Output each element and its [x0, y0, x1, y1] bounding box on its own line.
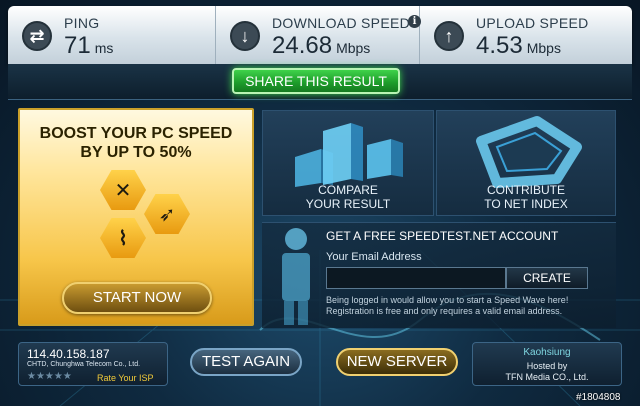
contribute-tile[interactable]: CONTRIBUTE TO NET INDEX	[436, 110, 616, 216]
person-icon	[282, 228, 310, 325]
download-stat: ↓ DOWNLOAD SPEED i 24.68 Mbps	[216, 6, 421, 64]
start-now-button[interactable]: START NOW	[62, 282, 212, 314]
share-result-button[interactable]: SHARE THIS RESULT	[232, 68, 400, 94]
stats-bar: ⇄ PING 71 ms ↓ DOWNLOAD SPEED i 24.68 Mbps…	[8, 6, 632, 64]
rate-isp-link[interactable]: Rate Your ISP	[97, 373, 154, 383]
account-signup-panel: GET A FREE SPEEDTEST.NET ACCOUNT Your Em…	[262, 222, 616, 328]
speedtest-frame: ⇄ PING 71 ms ↓ DOWNLOAD SPEED i 24.68 Mbps…	[0, 0, 640, 406]
ping-label: PING	[64, 15, 100, 31]
promo-title: BOOST YOUR PC SPEED BY UP TO 50%	[39, 125, 233, 161]
upload-stat: ↑ UPLOAD SPEED 4.53 Mbps	[420, 6, 632, 64]
email-input[interactable]	[326, 267, 506, 289]
bottom-bar: 114.40.158.187 CHTD, Chunghwa Telecom Co…	[18, 342, 622, 388]
account-note: Being logged in would allow you to start…	[326, 295, 569, 316]
contribute-caption: CONTRIBUTE TO NET INDEX	[484, 183, 568, 211]
rating-stars-icon[interactable]: ★★★★★	[27, 371, 72, 382]
isp-panel: 114.40.158.187 CHTD, Chunghwa Telecom Co…	[18, 342, 168, 386]
ip-address: 114.40.158.187	[27, 347, 110, 361]
bar-chart-icon	[295, 123, 403, 187]
arrow-up-icon: ↑	[434, 21, 464, 51]
server-city: Kaohsiung	[523, 347, 571, 358]
broom-icon: ⌇	[100, 218, 146, 258]
download-value: 24.68 Mbps	[272, 32, 371, 59]
upload-value: 4.53 Mbps	[476, 32, 561, 59]
server-panel: Kaohsiung Hosted by TFN Media CO., Ltd.	[472, 342, 622, 386]
upload-label: UPLOAD SPEED	[476, 15, 589, 31]
hosted-by-label: Hosted by	[526, 361, 568, 371]
compare-result-tile[interactable]: COMPARE YOUR RESULT	[262, 110, 434, 216]
arrow-down-icon: ↓	[230, 21, 260, 51]
net-index-icon	[476, 116, 582, 188]
wrench-icon: ✕	[100, 170, 146, 210]
new-server-button[interactable]: NEW SERVER	[336, 348, 458, 376]
ping-value: 71 ms	[64, 32, 114, 59]
test-again-button[interactable]: TEST AGAIN	[190, 348, 302, 376]
rocket-icon: ➶	[144, 194, 190, 234]
share-bar: SHARE THIS RESULT	[8, 64, 632, 100]
compare-caption: COMPARE YOUR RESULT	[305, 183, 391, 211]
isp-name: CHTD, Chunghwa Telecom Co., Ltd.	[27, 361, 141, 368]
ping-stat: ⇄ PING 71 ms	[8, 6, 216, 64]
email-label: Your Email Address	[326, 251, 422, 263]
swap-arrows-icon: ⇄	[22, 21, 52, 51]
boost-promo-panel[interactable]: BOOST YOUR PC SPEED BY UP TO 50% ✕ ➶ ⌇ S…	[18, 108, 254, 326]
watermark: #1804808	[576, 392, 621, 403]
tools-hex-icon: ✕ ➶ ⌇	[92, 168, 212, 268]
server-host: TFN Media CO., Ltd.	[505, 372, 589, 382]
account-heading: GET A FREE SPEEDTEST.NET ACCOUNT	[326, 229, 559, 243]
download-label: DOWNLOAD SPEED	[272, 15, 410, 31]
create-button[interactable]: CREATE	[506, 267, 588, 289]
